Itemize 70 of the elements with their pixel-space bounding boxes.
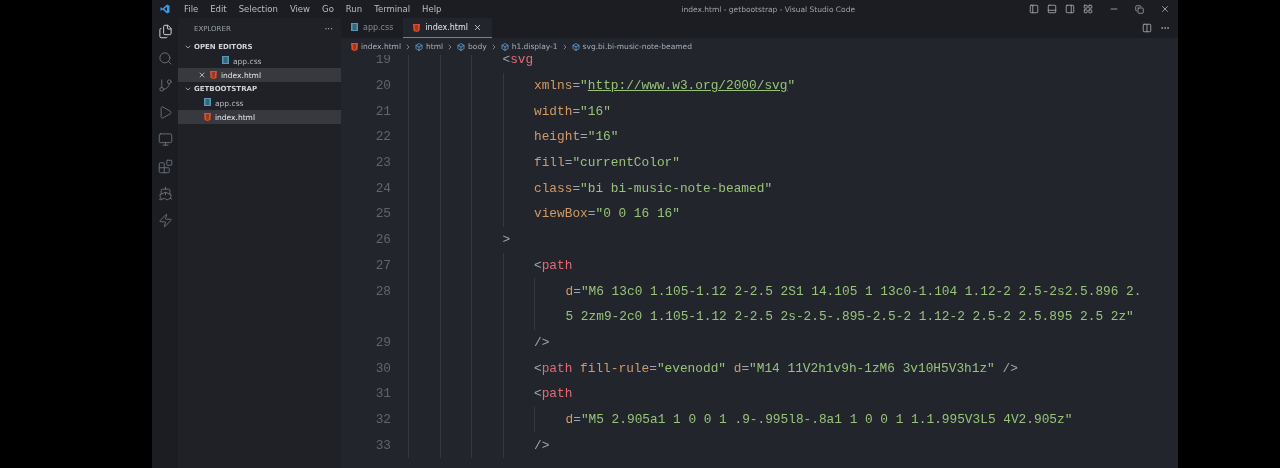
code-line: /> xyxy=(534,334,550,350)
line-number: 32 xyxy=(374,411,391,427)
html-file-icon xyxy=(413,23,421,32)
menu-item[interactable]: Help xyxy=(416,4,448,14)
code-line: xmlns="http://www.w3.org/2000/svg" xyxy=(534,78,796,94)
code-line: <path fill-rule="evenodd" d="M14 11V2h1v9h-1zM6 3v10H5V3h1z" /> xyxy=(534,360,1018,376)
source-control-icon[interactable] xyxy=(157,78,173,93)
code-line: /> xyxy=(534,437,550,453)
code-line: fill="currentColor" xyxy=(534,155,680,171)
line-number: 27 xyxy=(374,257,391,273)
line-number: 29 xyxy=(374,334,391,350)
toggle-panel-icon[interactable] xyxy=(1047,4,1057,14)
close-icon[interactable] xyxy=(198,71,206,79)
menu-item[interactable]: Run xyxy=(339,4,369,14)
menu-item[interactable]: Selection xyxy=(232,4,284,14)
code-line: d="M5 2.905a1 1 0 0 1 .9-.995l8-.8a1 1 0 0 1 1.1.995V3L5 4V2.905z" xyxy=(565,411,1073,427)
code-line: height="16" xyxy=(534,129,619,145)
code-line: <svg xyxy=(502,55,534,68)
editor-tab[interactable]: index.html xyxy=(403,18,492,38)
code-line: viewBox="0 0 16 16" xyxy=(534,206,680,222)
line-number: 22 xyxy=(374,129,391,145)
search-icon[interactable] xyxy=(157,51,173,66)
line-number: 25 xyxy=(374,206,391,222)
code-line: d="M6 13c0 1.105-1.12 2-2.5 2S1 14.105 1 13c0-1.104 1.12-2 2.5-2s2.5.896 2. xyxy=(565,283,1142,299)
layout-icon[interactable] xyxy=(1083,4,1093,14)
css-file-icon xyxy=(351,22,358,33)
line-number: 24 xyxy=(374,180,391,196)
run-icon[interactable] xyxy=(157,105,173,120)
files-icon[interactable] xyxy=(157,24,173,39)
code-line: 5 2zm9-2c0 1.105-1.12 2-2.5 2s-2.5-.895-2.5-2 1.12-2 2.5-2 2.5.895 2.5 2z" xyxy=(565,309,1134,325)
toggle-secondary-sidebar-icon[interactable] xyxy=(1065,4,1075,14)
chevron-down-icon[interactable] xyxy=(184,85,192,93)
split-editor-icon[interactable] xyxy=(1142,23,1152,33)
menu-item[interactable]: Go xyxy=(316,4,340,14)
code-line: <path xyxy=(534,257,573,273)
css-file-icon xyxy=(222,56,229,66)
html-file-icon xyxy=(351,42,358,51)
menu-item[interactable]: Edit xyxy=(204,4,233,14)
line-number: 19 xyxy=(374,55,391,68)
menu-item[interactable]: File xyxy=(178,4,205,14)
symbol-icon xyxy=(571,42,580,51)
toggle-sidebar-icon[interactable] xyxy=(1029,4,1039,14)
line-number: 26 xyxy=(374,232,391,248)
line-number: 23 xyxy=(374,155,391,171)
html-file-icon xyxy=(210,71,217,79)
symbol-icon xyxy=(457,42,466,51)
line-number: 28 xyxy=(374,283,391,299)
line-number: 33 xyxy=(374,437,391,453)
code-line: > xyxy=(502,232,511,248)
menu-item[interactable]: Terminal xyxy=(368,4,417,14)
extensions-icon[interactable] xyxy=(157,159,173,174)
close-icon[interactable] xyxy=(473,23,482,32)
code-line: class="bi bi-music-note-beamed" xyxy=(534,180,773,196)
line-number: 21 xyxy=(374,103,391,119)
code-line: <path xyxy=(534,386,573,402)
line-number: 31 xyxy=(374,386,391,402)
symbol-icon xyxy=(500,42,509,51)
restore-icon[interactable] xyxy=(1135,4,1144,14)
line-number: 20 xyxy=(374,78,391,94)
remote-icon[interactable] xyxy=(157,132,173,147)
chevron-right-icon xyxy=(404,42,412,51)
line-number: 30 xyxy=(374,360,391,376)
css-file-icon xyxy=(204,98,211,108)
more-actions[interactable]: ··· xyxy=(324,24,333,34)
menu-item[interactable]: View xyxy=(283,4,317,14)
symbol-icon xyxy=(415,42,423,51)
code-line: width="16" xyxy=(534,103,611,119)
chevron-down-icon[interactable] xyxy=(184,43,192,51)
close-icon[interactable] xyxy=(1160,4,1170,14)
html-file-icon xyxy=(204,113,211,121)
